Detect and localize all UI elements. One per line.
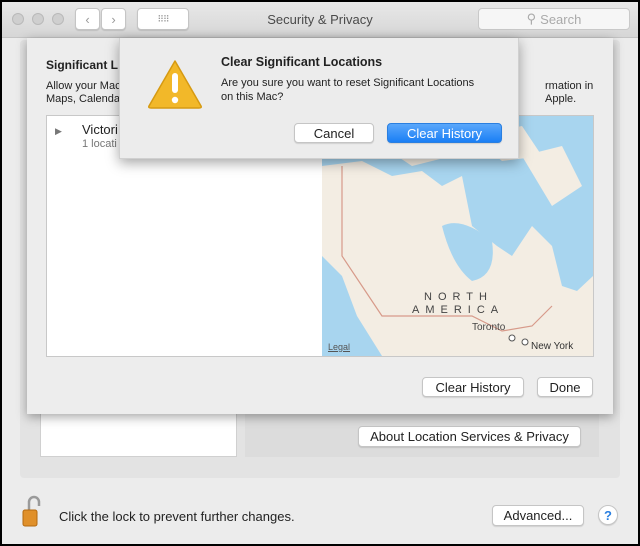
- cancel-button[interactable]: Cancel: [294, 123, 374, 143]
- search-icon: ⚲: [526, 11, 537, 26]
- lock-text: Click the lock to prevent further change…: [59, 509, 295, 524]
- alert-message-line2: on this Mac?: [221, 91, 284, 103]
- help-button[interactable]: ?: [598, 505, 618, 525]
- map-label-america: AMERICA: [412, 304, 505, 316]
- sheet-desc-line1: Allow your Mac: [46, 80, 121, 92]
- map-label-new-york: New York: [531, 341, 574, 352]
- lock-icon[interactable]: [20, 494, 42, 528]
- search-placeholder: Search: [540, 11, 582, 27]
- alert-message-line1: Are you sure you want to reset Significa…: [221, 77, 475, 89]
- sheet-heading: Significant L: [46, 58, 118, 72]
- about-location-services-button[interactable]: About Location Services & Privacy: [358, 426, 581, 447]
- sheet-desc-line1-right: rmation in: [545, 80, 594, 92]
- search-field[interactable]: ⚲ Search: [478, 8, 630, 30]
- location-name[interactable]: Victori: [82, 122, 118, 137]
- sheet-clear-history-button[interactable]: Clear History: [422, 377, 524, 397]
- clear-locations-alert: Clear Significant Locations Are you sure…: [119, 38, 519, 159]
- warning-icon: [146, 58, 204, 113]
- location-detail: 1 locati: [82, 138, 117, 150]
- map-label-north: NORTH: [424, 291, 493, 303]
- done-button[interactable]: Done: [537, 377, 593, 397]
- sheet-desc-line2-right: Apple.: [545, 93, 577, 105]
- security-privacy-window: ‹ › ⠿⠿ Security & Privacy ⚲ Search About …: [2, 2, 638, 544]
- disclosure-triangle-icon[interactable]: ▶: [55, 126, 62, 137]
- advanced-button[interactable]: Advanced...: [492, 505, 584, 526]
- map-legal-link[interactable]: Legal: [328, 342, 350, 352]
- title-bar: ‹ › ⠿⠿ Security & Privacy ⚲ Search: [2, 2, 638, 38]
- alert-title: Clear Significant Locations: [221, 55, 383, 69]
- sheet-desc-line2: Maps, Calenda: [46, 93, 120, 105]
- map-label-toronto: Toronto: [472, 322, 506, 333]
- confirm-clear-history-button[interactable]: Clear History: [387, 123, 502, 143]
